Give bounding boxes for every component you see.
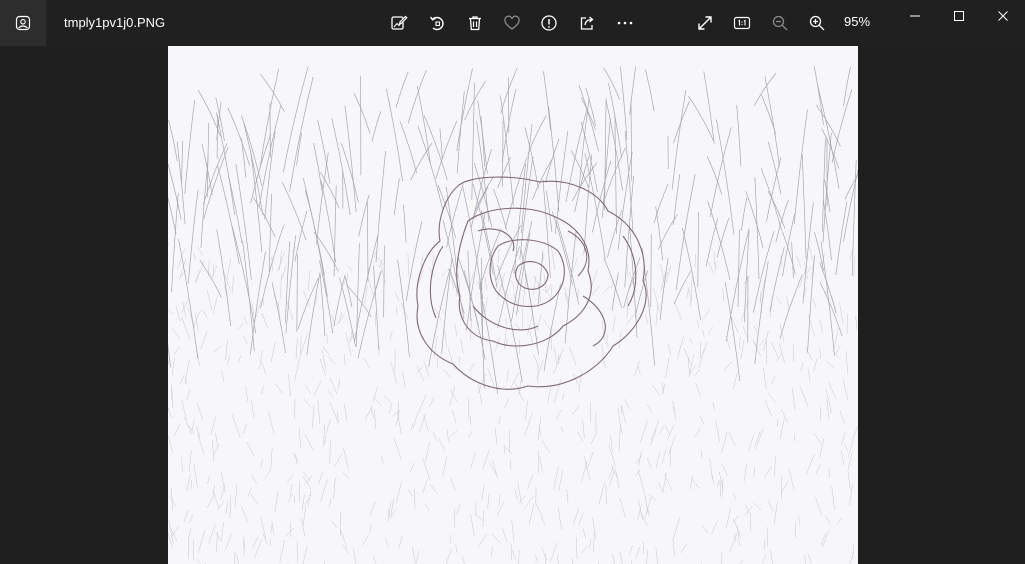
- info-icon: [541, 15, 557, 31]
- trash-icon: [469, 16, 481, 31]
- photos-icon: [15, 15, 31, 31]
- zoom-level[interactable]: 95%: [844, 14, 870, 30]
- delete-button[interactable]: [459, 7, 491, 39]
- maximize-button[interactable]: [937, 0, 981, 32]
- favorite-button[interactable]: [496, 7, 528, 39]
- actual-size-icon: [733, 16, 751, 30]
- rose-sketch-image: [168, 46, 858, 564]
- maximize-icon: [954, 11, 964, 21]
- edit-image-button[interactable]: [383, 7, 415, 39]
- share-icon: [580, 16, 594, 30]
- zoom-in-button[interactable]: [801, 7, 833, 39]
- minimize-button[interactable]: [893, 0, 937, 32]
- info-button[interactable]: [533, 7, 565, 39]
- rotate-button[interactable]: [421, 7, 453, 39]
- actual-size-button[interactable]: [726, 7, 758, 39]
- image-viewer[interactable]: [0, 46, 1025, 564]
- more-options-button[interactable]: [609, 7, 641, 39]
- photo: [168, 46, 858, 564]
- minimize-icon: [910, 15, 920, 17]
- heart-icon: [504, 15, 520, 30]
- zoom-out-icon: [772, 15, 788, 31]
- file-name: tmply1pv1j0.PNG: [64, 15, 166, 30]
- title-bar: tmply1pv1j0.PNG 95%: [0, 0, 1025, 46]
- close-icon: [998, 11, 1008, 21]
- rotate-icon: [429, 16, 444, 31]
- expand-icon: [698, 16, 712, 30]
- edit-image-icon: [391, 15, 408, 30]
- more-icon: [617, 21, 633, 25]
- zoom-out-button[interactable]: [764, 7, 796, 39]
- photos-app-icon[interactable]: [0, 0, 46, 46]
- zoom-in-icon: [809, 15, 825, 31]
- fullscreen-button[interactable]: [689, 7, 721, 39]
- close-button[interactable]: [981, 0, 1025, 32]
- share-button[interactable]: [571, 7, 603, 39]
